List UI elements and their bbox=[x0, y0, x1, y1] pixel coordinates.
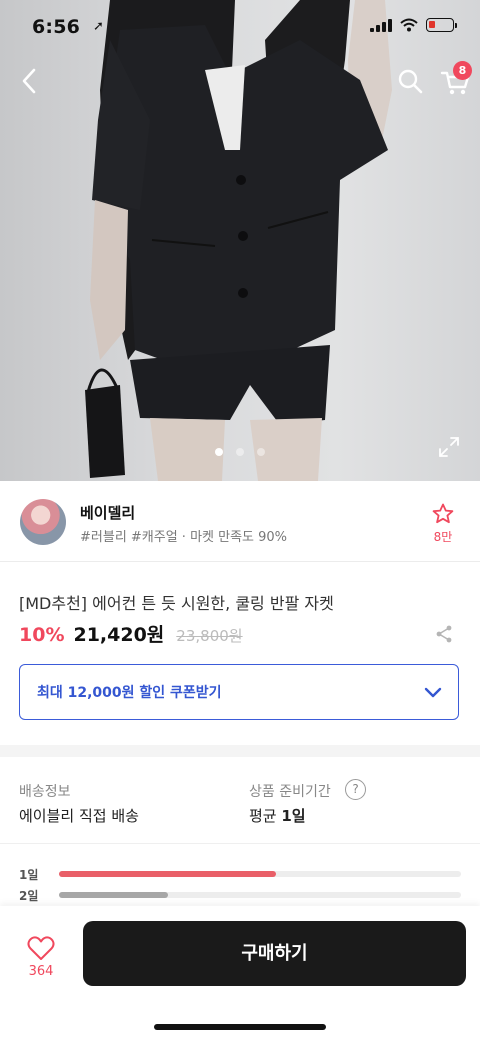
section-divider bbox=[0, 843, 480, 844]
share-icon[interactable] bbox=[434, 624, 454, 644]
original-price: 23,800원 bbox=[176, 627, 243, 645]
prep-prefix: 평균 bbox=[249, 807, 282, 825]
status-time: 6:56 bbox=[32, 16, 81, 38]
section-divider bbox=[0, 745, 480, 757]
battery-icon bbox=[426, 18, 457, 32]
sale-price: 21,420원 bbox=[73, 624, 165, 646]
prep-dist-fill bbox=[59, 892, 168, 898]
fullscreen-icon[interactable] bbox=[438, 436, 460, 458]
prep-dist-fill bbox=[59, 871, 277, 877]
gallery-dot[interactable] bbox=[236, 448, 244, 456]
buy-button[interactable]: 구매하기 bbox=[83, 921, 466, 986]
search-icon[interactable] bbox=[396, 67, 424, 95]
shipping-info-label: 배송정보 bbox=[19, 784, 71, 800]
location-arrow-icon: ➚ bbox=[93, 19, 104, 34]
shipping-info-value: 에이블리 직접 배송 bbox=[19, 807, 139, 825]
back-icon[interactable] bbox=[14, 64, 46, 98]
prep-dist-label: 1일 bbox=[19, 868, 39, 882]
prep-period-label: 상품 준비기간 bbox=[249, 784, 331, 800]
wifi-icon bbox=[400, 18, 418, 32]
prep-dist-bar bbox=[59, 892, 461, 898]
star-icon[interactable] bbox=[431, 502, 455, 526]
prep-dist-bar bbox=[59, 871, 461, 877]
gallery-dot[interactable] bbox=[257, 448, 265, 456]
product-title: [MD추천] 에어컨 튼 듯 시원한, 쿨링 반팔 자켓 bbox=[19, 594, 334, 613]
seller-tags: #러블리 #캐주얼 · 마켓 만족도 90% bbox=[80, 530, 288, 545]
heart-icon[interactable] bbox=[26, 934, 56, 962]
gallery-dot[interactable] bbox=[215, 448, 223, 456]
coupon-label: 최대 12,000원 할인 쿠폰받기 bbox=[37, 685, 222, 701]
favorite-count: 8만 bbox=[433, 530, 453, 544]
product-image[interactable]: 6:56 ➚ 8 bbox=[0, 0, 480, 481]
cellular-signal-icon bbox=[370, 18, 392, 32]
like-count: 364 bbox=[28, 964, 54, 979]
discount-rate: 10% bbox=[19, 624, 65, 646]
prep-period-value: 평균 1일 bbox=[249, 805, 306, 826]
home-indicator bbox=[154, 1024, 326, 1030]
prep-days: 1일 bbox=[281, 807, 306, 825]
help-icon[interactable]: ? bbox=[345, 779, 366, 800]
status-icons bbox=[370, 18, 457, 32]
bottom-action-bar: 364 구매하기 bbox=[0, 906, 480, 1039]
cart-badge: 8 bbox=[453, 61, 472, 80]
seller-section[interactable]: 베이델리 #러블리 #캐주얼 · 마켓 만족도 90% 8만 bbox=[0, 481, 480, 562]
prep-dist-label: 2일 bbox=[19, 889, 39, 903]
price-row: 10% 21,420원 23,800원 bbox=[19, 620, 243, 647]
chevron-down-icon bbox=[424, 687, 442, 698]
seller-name[interactable]: 베이델리 bbox=[80, 502, 135, 523]
status-bar: 6:56 ➚ bbox=[0, 0, 480, 56]
gallery-dots bbox=[0, 448, 480, 456]
coupon-button[interactable]: 최대 12,000원 할인 쿠폰받기 bbox=[19, 664, 459, 720]
seller-avatar[interactable] bbox=[20, 499, 66, 545]
